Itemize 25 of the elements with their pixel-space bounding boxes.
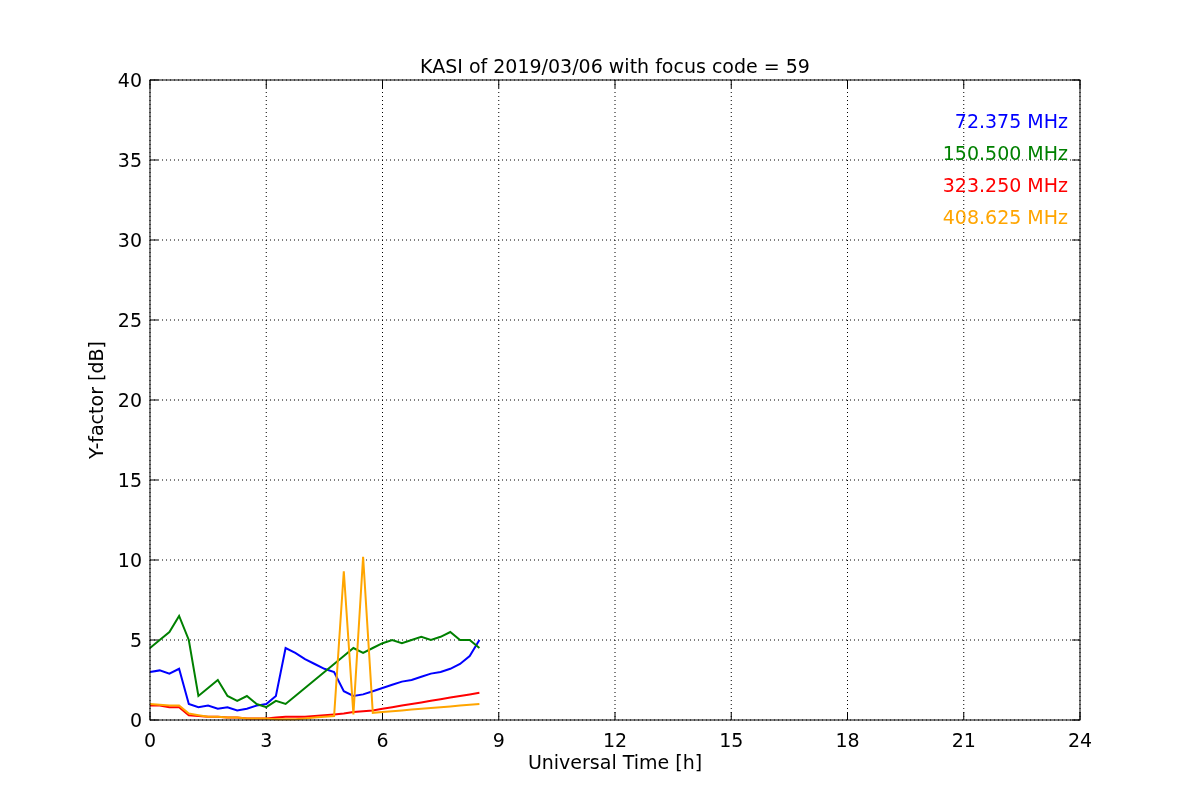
legend-label: 408.625 MHz bbox=[942, 206, 1068, 228]
axis-title: Y-factor [dB] bbox=[85, 341, 107, 459]
chart-title: KASI of 2019/03/06 with focus code = 59 bbox=[420, 55, 810, 77]
tick-label: 12 bbox=[602, 729, 628, 751]
tick-label: 15 bbox=[719, 729, 744, 751]
tick-label: 15 bbox=[117, 469, 142, 491]
tick-label: 20 bbox=[117, 389, 142, 411]
tick-label: 0 bbox=[143, 729, 157, 751]
legend-label: 72.375 MHz bbox=[954, 110, 1068, 132]
tick-label: 9 bbox=[492, 729, 505, 751]
tick-label: 40 bbox=[117, 69, 142, 91]
tick-label: 0 bbox=[129, 709, 142, 731]
tick-label: 18 bbox=[835, 729, 860, 751]
tick-label: 25 bbox=[117, 309, 142, 331]
tick-label: 3 bbox=[260, 729, 273, 751]
axis-title: Universal Time [h] bbox=[527, 751, 703, 773]
tick-label: 6 bbox=[376, 729, 389, 751]
tick-label: 5 bbox=[129, 629, 142, 651]
legend-label: 323.250 MHz bbox=[942, 174, 1068, 196]
tick-label: 10 bbox=[117, 549, 142, 571]
legend-label: 150.500 MHz bbox=[942, 142, 1068, 164]
tick-label: 35 bbox=[117, 149, 142, 171]
tick-label: 24 bbox=[1067, 729, 1093, 751]
tick-label: 30 bbox=[117, 229, 142, 251]
tick-label: 21 bbox=[951, 729, 976, 751]
